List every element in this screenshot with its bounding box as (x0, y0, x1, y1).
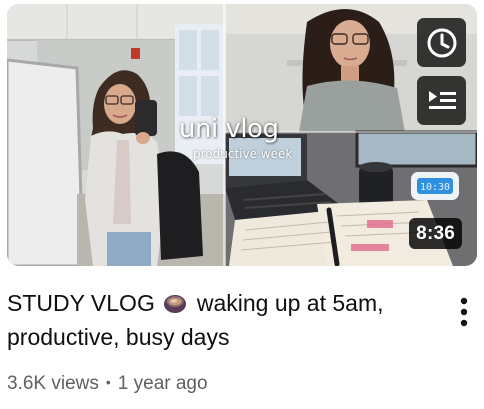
clock-readout: 10:30 (420, 182, 450, 193)
upload-age: 1 year ago (117, 373, 208, 394)
stats-separator: • (105, 374, 111, 390)
video-title[interactable]: STUDY VLOG waking up at 5am, productive, … (7, 286, 437, 354)
queue-icon (428, 90, 456, 109)
add-to-queue-button[interactable] (417, 76, 466, 125)
clock-icon (427, 28, 456, 57)
thumbnail-overlay-title: uni vlog (179, 114, 279, 144)
coffee-icon (163, 290, 187, 314)
video-stats: 3.6K views • 1 year ago (7, 370, 437, 396)
video-thumbnail[interactable]: 10:30 uni vlog productive week 8:36 (7, 4, 477, 266)
view-count: 3.6K views (7, 373, 99, 394)
more-options-button[interactable] (450, 292, 478, 332)
more-vertical-icon (460, 297, 468, 327)
video-details: STUDY VLOG waking up at 5am, productive, … (7, 286, 437, 396)
video-title-part1: STUDY VLOG (7, 290, 155, 316)
duration-badge: 8:36 (409, 218, 462, 249)
thumbnail-overlay-subtitle: productive week (193, 147, 293, 161)
watch-later-button[interactable] (417, 18, 466, 67)
